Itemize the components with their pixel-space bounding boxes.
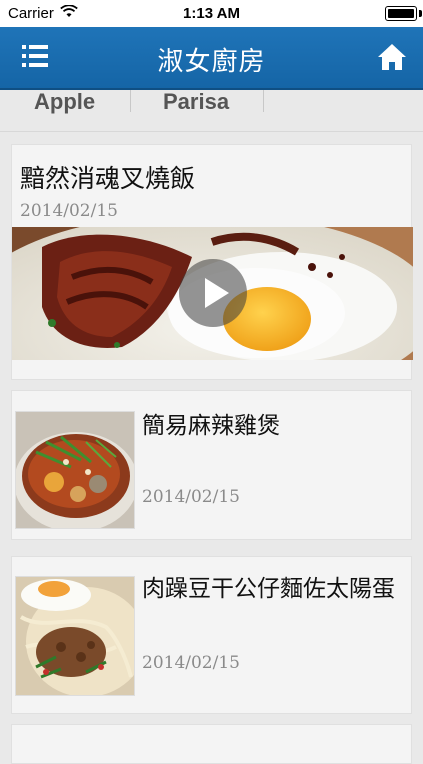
char-siu-rice-photo[interactable] [12,227,413,360]
battery-nub [419,10,422,17]
navigation-bar: 淑女廚房 [0,27,423,90]
recipe-title: 肉躁豆干公仔麵佐太陽蛋 [142,576,395,602]
minced-pork-noodles-photo [15,576,135,696]
play-button[interactable] [179,259,247,327]
recipe-title: 簡易麻辣雞煲 [142,413,280,439]
spicy-chicken-pot-photo [15,411,135,529]
status-bar: Carrier 1:13 AM [0,0,423,27]
recipe-list-item-partial[interactable] [11,724,412,764]
featured-recipe-card[interactable]: 黯然消魂叉燒飯 2014/02/15 [11,144,413,380]
page-title: 淑女廚房 [157,47,266,77]
tab-divider [130,90,131,112]
home-icon [378,44,406,70]
recipe-date: 2014/02/15 [142,653,240,673]
status-time: 1:13 AM [183,5,240,22]
featured-recipe-title: 黯然消魂叉燒飯 [20,164,196,193]
recipe-date: 2014/02/15 [142,487,240,507]
home-button[interactable] [375,41,409,73]
tab-apple[interactable]: Apple [34,90,95,114]
battery-fill [388,9,414,18]
battery-icon [385,6,417,21]
featured-recipe-date: 2014/02/15 [20,201,118,221]
tab-parisa[interactable]: Parisa [163,90,229,114]
recipe-list-item[interactable]: 肉躁豆干公仔麵佐太陽蛋 2014/02/15 [11,556,412,714]
author-tabs: Apple Parisa [0,90,423,132]
recipe-list-item[interactable]: 簡易麻辣雞煲 2014/02/15 [11,390,412,540]
tab-divider [263,90,264,112]
play-icon [205,278,229,308]
